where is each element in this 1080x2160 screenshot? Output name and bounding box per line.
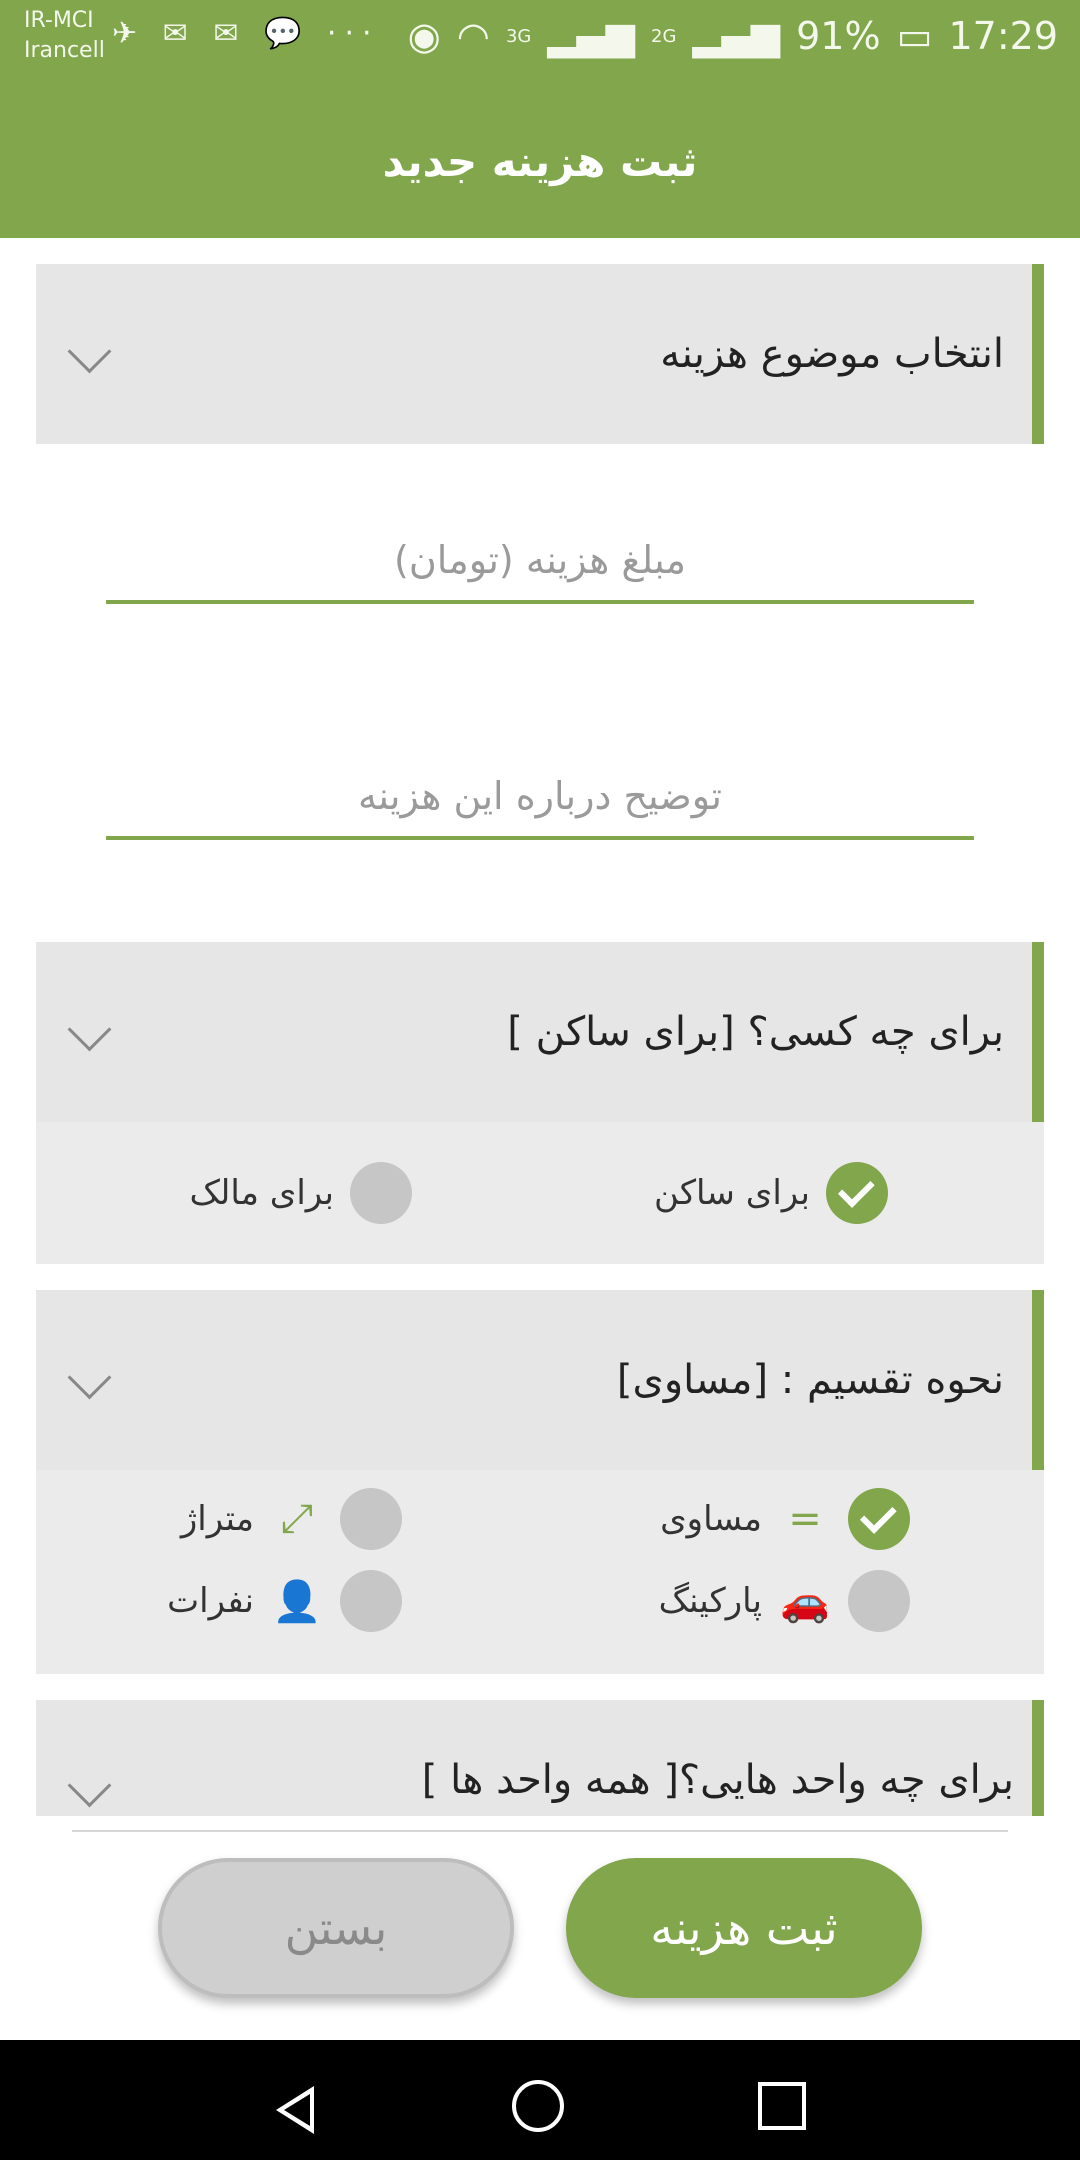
units-selector[interactable]: برای چه واحد هایی؟[ همه واحد ها ]	[36, 1700, 1044, 1816]
option-parking[interactable]: 🚗 پارکینگ	[659, 1570, 910, 1632]
option-label: پارکینگ	[658, 1581, 762, 1621]
chevron-down-icon	[67, 329, 112, 374]
radio-unchecked-icon	[350, 1162, 412, 1224]
radio-unchecked-icon	[848, 1570, 910, 1632]
amount-input[interactable]: مبلغ هزینه (تومان)	[106, 520, 974, 604]
carrier-2: Irancell	[24, 38, 105, 63]
app-bar: ثبت هزینه جدید	[0, 84, 1080, 238]
chevron-down-icon	[67, 1763, 112, 1808]
person-icon: 👤	[272, 1578, 322, 1625]
for-whom-title: برای چه کسی؟ [برای ساکن ]	[507, 1009, 1004, 1055]
carrier-1: IR-MCI	[24, 8, 94, 33]
page-title: ثبت هزینه جدید	[382, 136, 698, 186]
chevron-down-icon	[67, 1007, 112, 1052]
for-whom-options: برای ساکن برای مالک	[36, 1122, 1044, 1264]
system-indicators: ◉ ◠ 3G ▂▄▆ 2G ▂▄▆ 91% ▭ 17:29	[408, 14, 1058, 58]
units-title: برای چه واحد هایی؟[ همه واحد ها ]	[421, 1757, 1014, 1803]
option-label: برای ساکن	[653, 1173, 810, 1213]
signal-icon: ▂▄▆	[692, 14, 781, 58]
notification-icons: ✈ ✉ ✉ 💬 ···	[112, 16, 380, 51]
expense-subject-label: انتخاب موضوع هزینه	[660, 331, 1004, 377]
option-label: متراژ	[180, 1499, 254, 1539]
division-method-selector[interactable]: نحوه تقسیم : [مساوی]	[36, 1290, 1044, 1470]
equals-icon: =	[788, 1496, 822, 1542]
radio-checked-icon	[826, 1162, 888, 1224]
option-equal[interactable]: = مساوی	[660, 1488, 910, 1550]
option-label: برای مالک	[189, 1173, 334, 1213]
chevron-down-icon	[67, 1355, 112, 1400]
back-icon-inner	[284, 2094, 310, 2126]
resize-icon: ⤢	[281, 1496, 313, 1542]
recent-apps-icon[interactable]	[758, 2082, 806, 2130]
status-bar: IR-MCI Irancell ✈ ✉ ✉ 💬 ··· ◉ ◠ 3G ▂▄▆ 2…	[0, 0, 1080, 84]
battery-percent: 91%	[796, 14, 881, 58]
wifi-icon: ◠	[456, 14, 490, 58]
option-persons[interactable]: 👤 نفرات	[167, 1570, 402, 1632]
eye-icon: ◉	[407, 14, 441, 58]
carrier-names: IR-MCI Irancell	[24, 6, 105, 66]
battery-icon: ▭	[896, 14, 933, 58]
signal-2g: 2G	[651, 25, 677, 47]
radio-checked-icon	[848, 1488, 910, 1550]
option-label: نفرات	[167, 1581, 254, 1621]
car-icon: 🚗	[780, 1578, 830, 1625]
division-method-title: نحوه تقسیم : [مساوی]	[616, 1357, 1004, 1403]
signal-3g: 3G	[505, 25, 532, 47]
save-expense-button[interactable]: ثبت هزینه	[566, 1858, 922, 1998]
description-input[interactable]: توضیح درباره این هزینه	[106, 756, 974, 840]
for-whom-selector[interactable]: برای چه کسی؟ [برای ساکن ]	[36, 942, 1044, 1122]
navigation-bar	[0, 2040, 1080, 2160]
radio-unchecked-icon	[340, 1488, 402, 1550]
division-options: = مساوی ⤢ متراژ 🚗 پارکینگ 👤 نفرات	[36, 1470, 1044, 1674]
option-resident[interactable]: برای ساکن	[654, 1162, 888, 1224]
radio-unchecked-icon	[340, 1570, 402, 1632]
home-icon[interactable]	[512, 2080, 564, 2132]
close-button[interactable]: بستن	[158, 1858, 514, 1998]
option-area[interactable]: ⤢ متراژ	[181, 1488, 402, 1550]
divider	[72, 1830, 1008, 1832]
clock: 17:29	[948, 14, 1058, 58]
option-owner[interactable]: برای مالک	[190, 1162, 412, 1224]
signal-icon: ▂▄▆	[547, 14, 636, 58]
option-label: مساوی	[660, 1499, 762, 1539]
expense-subject-selector[interactable]: انتخاب موضوع هزینه	[36, 264, 1044, 444]
